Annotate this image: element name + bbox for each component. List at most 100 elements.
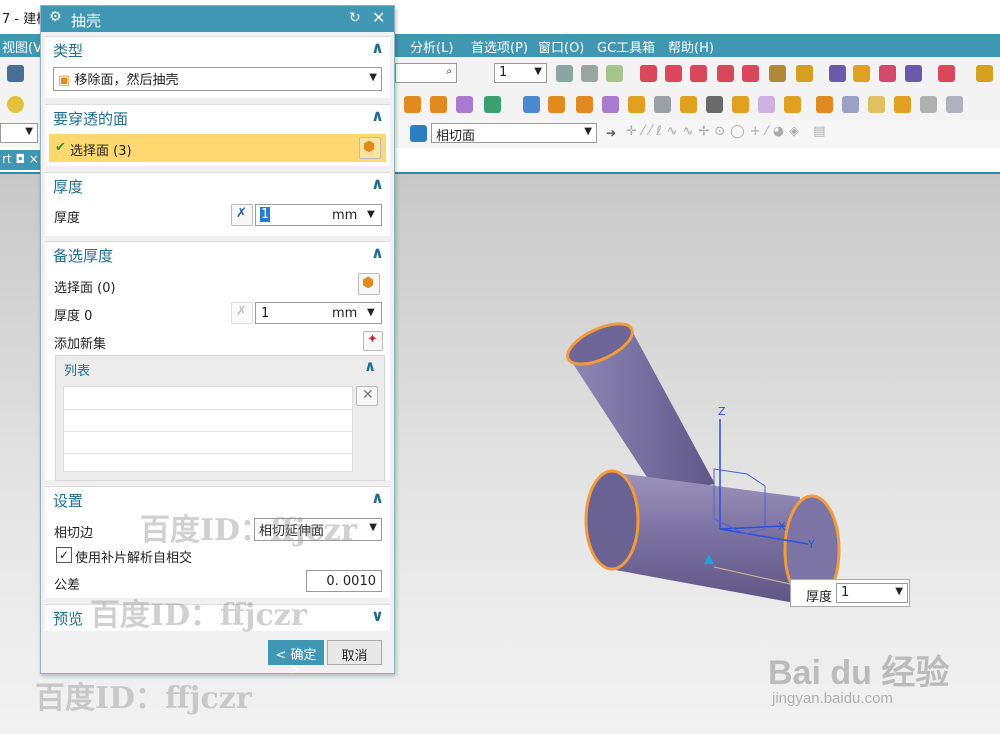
feature-5-icon[interactable] xyxy=(602,96,619,113)
dialog-title-bar[interactable]: ⚙ 抽壳 ↻ ✕ xyxy=(41,6,394,32)
snap-points-icons: ✛⁄⁄ℓ∿∿✢⊙◯+⁄◕◈ ▤ xyxy=(626,124,831,139)
wcs-origin-icon[interactable] xyxy=(640,65,657,82)
snap-face-icon[interactable] xyxy=(410,125,427,142)
thickness-label: 厚度 xyxy=(54,211,81,226)
select-face-button[interactable]: ⬢ xyxy=(359,137,381,159)
chevron-up-icon: ∧ xyxy=(371,243,384,262)
section-alt-title: 备选厚度 xyxy=(53,247,114,265)
palette-icon[interactable] xyxy=(879,65,896,82)
thickness-input[interactable]: 1 mm ▼ xyxy=(255,204,382,226)
feature-15-icon[interactable] xyxy=(868,96,885,113)
menu-help[interactable]: 帮助(H) xyxy=(668,37,714,56)
feature-6-icon[interactable] xyxy=(628,96,645,113)
section-pierce-body: ✔ 选择面 (3) ⬢ xyxy=(45,130,390,166)
watermark-baidu-id: 百度ID：ffjczr xyxy=(140,513,357,548)
alt-select-face-button[interactable]: ⬢ xyxy=(358,273,380,295)
alt-thickness-input[interactable]: 1 mm ▼ xyxy=(255,302,382,324)
layer-select[interactable]: 1 ▼ xyxy=(494,63,547,83)
add-new-set-button[interactable]: ✦ xyxy=(363,331,383,351)
arrow-right-icon[interactable]: ➔ xyxy=(606,126,616,140)
chevron-down-icon: ▼ xyxy=(369,522,377,533)
chevron-down-icon[interactable]: ▼ xyxy=(367,307,375,318)
menu-analysis[interactable]: 分析(L) xyxy=(410,37,453,56)
watermark-baidu-id: 百度ID：ffjczr xyxy=(90,598,307,633)
shell-type-select[interactable]: ▣ 移除面，然后抽壳 ▼ xyxy=(53,67,382,91)
layers-icon[interactable] xyxy=(556,65,573,82)
measure-icon[interactable] xyxy=(976,65,993,82)
feature-8-icon[interactable] xyxy=(680,96,697,113)
feature-1-icon[interactable] xyxy=(404,96,421,113)
close-icon[interactable]: ✕ xyxy=(372,8,385,27)
baidu-jingyan-logo: Bai du 经验 xyxy=(768,654,950,692)
section-thickness-header[interactable]: 厚度 ∧ xyxy=(45,172,390,199)
remove-set-button[interactable]: ✕ xyxy=(356,386,378,406)
menu-preferences[interactable]: 首选项(P) xyxy=(471,37,528,56)
tolerance-input[interactable]: 0. 0010 xyxy=(306,570,382,592)
feature-7-icon[interactable] xyxy=(654,96,671,113)
shell-dialog: ⚙ 抽壳 ↻ ✕ 类型 ∧ ▣ 移除面，然后抽壳 ▼ 要穿透的面 ∧ ✔ 选择面… xyxy=(40,5,395,678)
self-intersect-label: 使用补片解析自相交 xyxy=(75,551,193,566)
blank-icon[interactable] xyxy=(905,65,922,82)
menu-gc-toolbox[interactable]: GC工具箱 xyxy=(597,37,655,56)
feature-18-icon[interactable] xyxy=(946,96,963,113)
feature-12-icon[interactable] xyxy=(784,96,801,113)
feature-3-icon[interactable] xyxy=(548,96,565,113)
section-alt-header[interactable]: 备选厚度 ∧ xyxy=(45,241,390,268)
feature-10-icon[interactable] xyxy=(732,96,749,113)
color-icon[interactable] xyxy=(853,65,870,82)
filter-select[interactable]: ▼ xyxy=(0,123,38,143)
left-opening[interactable] xyxy=(584,469,640,571)
thickness-tag-label: 厚度 xyxy=(806,590,833,605)
feature-9-icon[interactable] xyxy=(706,96,723,113)
reverse-direction-button[interactable]: ✗ xyxy=(231,204,253,226)
display-icon[interactable] xyxy=(796,65,813,82)
save-icon[interactable] xyxy=(7,65,24,82)
alt-thickness-unit: mm xyxy=(332,306,358,321)
list-row-divider xyxy=(64,431,352,432)
sparkle-add-icon: ✦ xyxy=(367,332,378,347)
feature-14-icon[interactable] xyxy=(842,96,859,113)
show-hide-icon[interactable] xyxy=(829,65,846,82)
grid-icon[interactable] xyxy=(938,65,955,82)
alt-reverse-direction-button[interactable]: ✗ xyxy=(231,302,253,324)
chevron-up-icon: ∧ xyxy=(371,488,384,507)
feature-13-icon[interactable] xyxy=(816,96,833,113)
wcs-orient-icon[interactable] xyxy=(717,65,734,82)
chevron-down-icon: ▼ xyxy=(534,66,542,77)
edit-object-icon[interactable] xyxy=(769,65,786,82)
section-type-header[interactable]: 类型 ∧ xyxy=(45,36,390,63)
pattern-icon[interactable] xyxy=(430,96,447,113)
command-finder[interactable]: ⌕ xyxy=(395,63,457,83)
layer-settings-icon[interactable] xyxy=(581,65,598,82)
feature-17-icon[interactable] xyxy=(920,96,937,113)
document-tab-label: rt ◘ × xyxy=(2,152,39,166)
feature-16-icon[interactable] xyxy=(894,96,911,113)
chevron-down-icon[interactable]: ▼ xyxy=(367,209,375,220)
snap-select[interactable]: 相切面 ▼ xyxy=(431,123,597,144)
menu-window[interactable]: 窗口(O) xyxy=(538,37,584,56)
thickness-tag-input[interactable]: 1 ▼ xyxy=(836,583,908,603)
move-layer-icon[interactable] xyxy=(606,65,623,82)
self-intersect-checkbox[interactable]: ✓ xyxy=(56,547,72,563)
shell-type-icon: ▣ xyxy=(58,73,71,88)
document-tab[interactable]: rt ◘ × xyxy=(0,150,40,170)
cancel-button[interactable]: 取消 xyxy=(327,640,382,665)
chevron-up-icon[interactable]: ∧ xyxy=(364,357,376,375)
section-pierce-header[interactable]: 要穿透的面 ∧ xyxy=(45,104,390,131)
wcs-dynamic-icon[interactable] xyxy=(665,65,682,82)
feature-11-icon[interactable] xyxy=(758,96,775,113)
select-faces-row[interactable]: ✔ 选择面 (3) ⬢ xyxy=(49,134,386,162)
list-box[interactable] xyxy=(63,386,353,472)
shell-icon[interactable] xyxy=(484,96,501,113)
reset-icon[interactable]: ↻ xyxy=(349,10,361,26)
list-panel: 列表 ∧ ✕ xyxy=(55,355,385,481)
wcs-set-icon[interactable] xyxy=(742,65,759,82)
boolean-icon[interactable] xyxy=(456,96,473,113)
checkmark-icon: ✔ xyxy=(55,140,66,155)
feature-4-icon[interactable] xyxy=(576,96,593,113)
thickness-value: 1 xyxy=(260,207,271,222)
feature-2-icon[interactable] xyxy=(523,96,540,113)
sphere-icon[interactable] xyxy=(7,96,24,113)
wcs-rotate-icon[interactable] xyxy=(690,65,707,82)
ok-button[interactable]: < 确定 > xyxy=(268,640,324,678)
